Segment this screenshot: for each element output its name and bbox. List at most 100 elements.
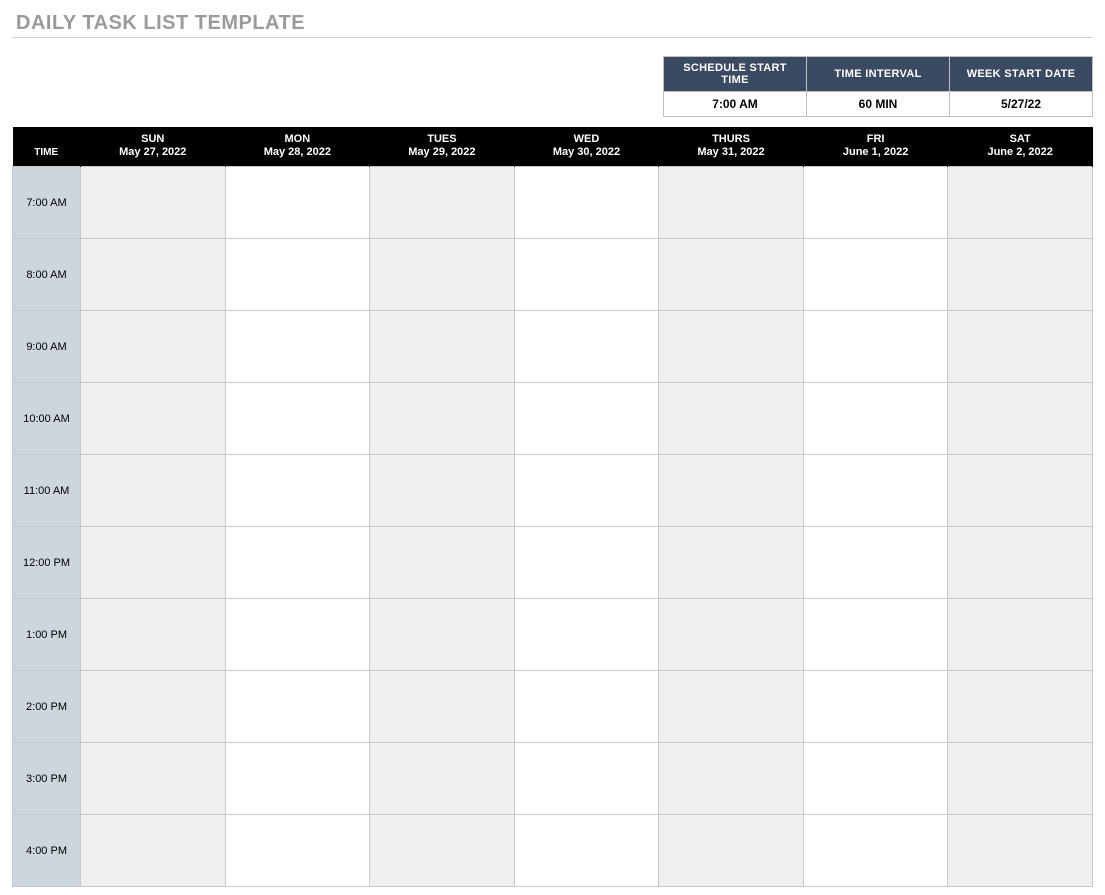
task-slot[interactable]	[225, 383, 370, 455]
task-slot[interactable]	[948, 743, 1093, 815]
task-slot[interactable]	[803, 383, 948, 455]
config-value-interval[interactable]: 60 MIN	[807, 92, 950, 117]
task-slot[interactable]	[803, 239, 948, 311]
task-slot[interactable]	[659, 815, 804, 887]
day-date: May 28, 2022	[230, 146, 366, 158]
task-slot[interactable]	[370, 671, 515, 743]
schedule-row: 4:00 PM	[13, 815, 1093, 887]
task-slot[interactable]	[659, 455, 804, 527]
task-slot[interactable]	[225, 815, 370, 887]
config-header-start-time: SCHEDULE START TIME	[664, 57, 807, 92]
task-slot[interactable]	[948, 815, 1093, 887]
task-slot[interactable]	[803, 527, 948, 599]
task-slot[interactable]	[514, 599, 659, 671]
task-slot[interactable]	[81, 239, 226, 311]
task-slot[interactable]	[370, 239, 515, 311]
time-label: 4:00 PM	[13, 815, 81, 887]
time-column-header: TIME	[13, 127, 81, 167]
task-slot[interactable]	[370, 167, 515, 239]
task-slot[interactable]	[659, 599, 804, 671]
day-name: WED	[519, 133, 655, 145]
task-slot[interactable]	[948, 311, 1093, 383]
task-slot[interactable]	[803, 311, 948, 383]
task-slot[interactable]	[803, 167, 948, 239]
day-header-sun: SUN May 27, 2022	[81, 127, 226, 167]
time-label: 9:00 AM	[13, 311, 81, 383]
task-slot[interactable]	[225, 671, 370, 743]
task-slot[interactable]	[81, 311, 226, 383]
time-label: 7:00 AM	[13, 167, 81, 239]
task-slot[interactable]	[370, 815, 515, 887]
task-slot[interactable]	[81, 599, 226, 671]
task-slot[interactable]	[225, 743, 370, 815]
task-slot[interactable]	[803, 671, 948, 743]
task-slot[interactable]	[81, 455, 226, 527]
task-slot[interactable]	[514, 167, 659, 239]
task-slot[interactable]	[948, 455, 1093, 527]
task-slot[interactable]	[370, 383, 515, 455]
config-value-week-start[interactable]: 5/27/22	[950, 92, 1093, 117]
schedule-row: 12:00 PM	[13, 527, 1093, 599]
schedule-row: 10:00 AM	[13, 383, 1093, 455]
task-slot[interactable]	[514, 671, 659, 743]
schedule-row: 3:00 PM	[13, 743, 1093, 815]
day-name: MON	[230, 133, 366, 145]
task-slot[interactable]	[370, 527, 515, 599]
task-slot[interactable]	[81, 527, 226, 599]
task-slot[interactable]	[225, 527, 370, 599]
task-slot[interactable]	[803, 455, 948, 527]
schedule-row: 2:00 PM	[13, 671, 1093, 743]
task-slot[interactable]	[514, 527, 659, 599]
task-slot[interactable]	[803, 743, 948, 815]
task-slot[interactable]	[370, 455, 515, 527]
task-slot[interactable]	[225, 167, 370, 239]
day-date: May 30, 2022	[519, 146, 655, 158]
task-slot[interactable]	[225, 311, 370, 383]
task-slot[interactable]	[81, 383, 226, 455]
schedule-header-row: TIME SUN May 27, 2022 MON May 28, 2022 T…	[13, 127, 1093, 167]
task-slot[interactable]	[514, 239, 659, 311]
day-header-wed: WED May 30, 2022	[514, 127, 659, 167]
task-slot[interactable]	[948, 239, 1093, 311]
task-slot[interactable]	[81, 167, 226, 239]
task-slot[interactable]	[948, 383, 1093, 455]
task-slot[interactable]	[659, 743, 804, 815]
task-slot[interactable]	[948, 527, 1093, 599]
task-slot[interactable]	[514, 743, 659, 815]
task-slot[interactable]	[948, 599, 1093, 671]
schedule-row: 11:00 AM	[13, 455, 1093, 527]
task-slot[interactable]	[659, 239, 804, 311]
task-slot[interactable]	[370, 599, 515, 671]
config-value-start-time[interactable]: 7:00 AM	[664, 92, 807, 117]
task-slot[interactable]	[81, 743, 226, 815]
task-slot[interactable]	[370, 743, 515, 815]
config-section: SCHEDULE START TIME TIME INTERVAL WEEK S…	[12, 56, 1093, 117]
day-name: FRI	[808, 133, 944, 145]
task-slot[interactable]	[514, 815, 659, 887]
config-header-week-start: WEEK START DATE	[950, 57, 1093, 92]
task-slot[interactable]	[225, 599, 370, 671]
day-date: June 1, 2022	[808, 146, 944, 158]
task-slot[interactable]	[659, 383, 804, 455]
task-slot[interactable]	[514, 383, 659, 455]
task-slot[interactable]	[81, 671, 226, 743]
task-slot[interactable]	[948, 167, 1093, 239]
task-slot[interactable]	[81, 815, 226, 887]
task-slot[interactable]	[659, 167, 804, 239]
task-slot[interactable]	[225, 455, 370, 527]
day-date: June 2, 2022	[952, 146, 1088, 158]
time-label: 1:00 PM	[13, 599, 81, 671]
time-label: 8:00 AM	[13, 239, 81, 311]
task-slot[interactable]	[803, 599, 948, 671]
task-slot[interactable]	[659, 671, 804, 743]
task-slot[interactable]	[370, 311, 515, 383]
task-slot[interactable]	[225, 239, 370, 311]
task-slot[interactable]	[514, 455, 659, 527]
task-slot[interactable]	[514, 311, 659, 383]
task-slot[interactable]	[659, 527, 804, 599]
task-slot[interactable]	[659, 311, 804, 383]
config-header-interval: TIME INTERVAL	[807, 57, 950, 92]
task-slot[interactable]	[948, 671, 1093, 743]
day-header-tues: TUES May 29, 2022	[370, 127, 515, 167]
task-slot[interactable]	[803, 815, 948, 887]
